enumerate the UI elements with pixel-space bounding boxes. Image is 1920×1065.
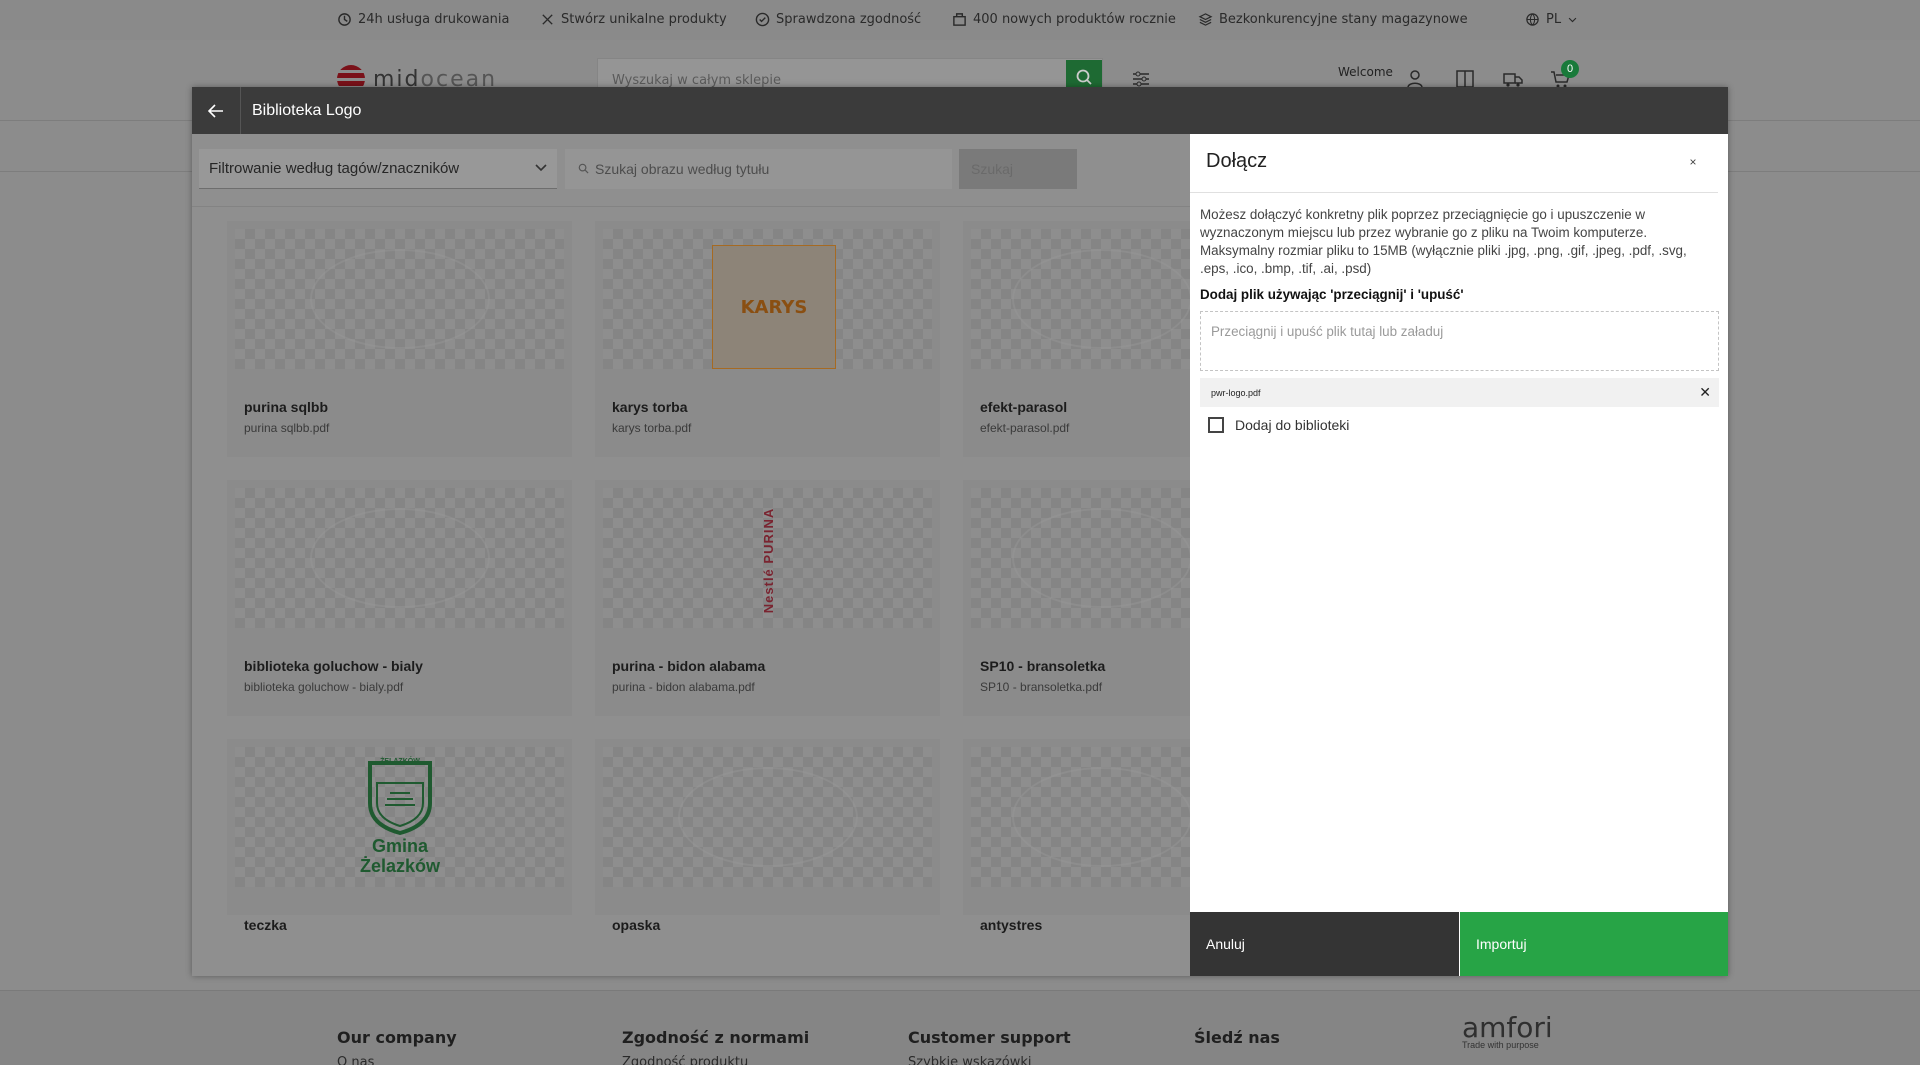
purina-logo: Nestlé PURINA	[761, 507, 777, 613]
logo-thumbnail	[971, 488, 1190, 628]
logo-thumbnail: Nestlé PURINA	[603, 488, 932, 628]
site-footer: Our company Zgodność z normami Customer …	[0, 990, 1920, 1065]
language-label: PL	[1546, 12, 1562, 27]
topbar-label: 24h usługa drukowania	[358, 12, 510, 27]
new-box-icon	[953, 13, 966, 26]
panel-subheading: Dodaj plik używając 'przeciągnij' i 'upu…	[1200, 287, 1464, 302]
logo-card-name: efekt-parasol	[980, 399, 1068, 415]
logo-card-filename: biblioteka goluchow - bialy.pdf	[244, 680, 404, 694]
tag-filter-label: Filtrowanie według tagów/znaczników	[209, 160, 460, 177]
logo-card-filename: purina - bidon alabama.pdf	[612, 680, 755, 694]
footer-heading: Śledź nas	[1194, 1028, 1280, 1047]
logo-card-name: purina sqlbb	[244, 399, 328, 415]
logo-card-name: antystres	[980, 917, 1043, 933]
checkbox-label: Dodaj do biblioteki	[1235, 417, 1350, 433]
footer-heading: Customer support	[908, 1028, 1071, 1047]
logo-card[interactable]: ŻELAZKÓW Gmina Żelazków teczka	[227, 739, 572, 933]
logo-card[interactable]: antystres	[963, 739, 1190, 933]
logo-thumbnail	[971, 747, 1190, 887]
cancel-button[interactable]: Anuluj	[1190, 912, 1459, 976]
coat-of-arms-icon	[368, 761, 432, 835]
topbar-item: Sprawdzona zgodność	[755, 12, 921, 27]
footer-link[interactable]: O nas	[337, 1055, 374, 1065]
attach-panel: Dołącz × Możesz dołączyć konkretny plik …	[1190, 134, 1728, 976]
logo-card[interactable]: biblioteka goluchow - bialy biblioteka g…	[227, 480, 572, 716]
topbar-label: 400 nowych produktów rocznie	[973, 12, 1176, 27]
modal-header: Biblioteka Logo	[192, 87, 1728, 134]
logo-card-name: biblioteka goluchow - bialy	[244, 658, 423, 674]
remove-file-icon[interactable]: ✕	[1699, 384, 1711, 401]
arrow-left-icon	[208, 103, 223, 118]
logo-card[interactable]: efekt-parasol efekt-parasol.pdf	[963, 221, 1190, 457]
topbar-label: Bezkonkurencyjne stany magazynowe	[1219, 12, 1468, 27]
clock-refresh-icon	[338, 13, 351, 26]
logo-card-name: teczka	[244, 917, 287, 933]
import-button[interactable]: Importuj	[1460, 912, 1728, 976]
topbar-item: Bezkonkurencyjne stany magazynowe	[1198, 12, 1468, 27]
panel-description: Możesz dołączyć konkretny plik poprzez p…	[1200, 207, 1687, 276]
add-to-library-checkbox[interactable]	[1208, 417, 1224, 433]
search-icon	[578, 163, 589, 174]
add-to-library-checkbox-row[interactable]: Dodaj do biblioteki	[1208, 417, 1349, 433]
logo-thumbnail: KARYS	[603, 229, 932, 369]
logo-thumbnail	[603, 747, 932, 887]
topbar-label: Sprawdzona zgodność	[776, 12, 922, 27]
amfori-logo: amfori Trade with purpose	[1462, 1011, 1553, 1050]
image-search-input[interactable]: Szukaj obrazu według tytułu	[565, 149, 952, 189]
logo-card-name: karys torba	[612, 399, 688, 415]
logo-library-modal: Biblioteka Logo Filtrowanie według tagów…	[192, 87, 1728, 976]
footer-heading: Our company	[337, 1028, 457, 1047]
divider	[1190, 192, 1718, 193]
file-dropzone[interactable]: Przeciągnij i upuść plik tutaj lub załad…	[1200, 311, 1719, 371]
divider	[192, 206, 1190, 207]
footer-link[interactable]: Zgodność produktu	[622, 1055, 748, 1065]
logo-card-name: SP10 - bransoletka	[980, 658, 1106, 674]
logo-card-name: purina - bidon alabama	[612, 658, 766, 674]
top-info-bar: 24h usługa drukowania Stwórz unikalne pr…	[0, 0, 1920, 40]
topbar-label: Stwórz unikalne produkty	[561, 12, 727, 27]
logo-thumbnail: ŻELAZKÓW Gmina Żelazków	[235, 747, 564, 887]
logo-thumbnail	[971, 229, 1190, 369]
logo-card[interactable]: KARYS karys torba karys torba.pdf	[595, 221, 940, 457]
logo-card-filename: purina sqlbb.pdf	[244, 421, 330, 435]
logo-card-filename: efekt-parasol.pdf	[980, 421, 1070, 435]
image-search-button[interactable]: Szukaj	[959, 149, 1077, 189]
topbar-item: 24h usługa drukowania	[337, 12, 509, 27]
panel-title: Dołącz	[1206, 150, 1268, 172]
check-circle-icon	[755, 12, 770, 27]
chevron-down-icon	[535, 164, 547, 172]
footer-link[interactable]: Szybkie wskazówki	[908, 1055, 1032, 1065]
search-icon	[1076, 69, 1092, 85]
footer-heading: Zgodność z normami	[622, 1028, 810, 1047]
logo-card-filename: SP10 - bransoletka.pdf	[980, 680, 1103, 694]
attached-file-name: pwr-logo.pdf	[1211, 387, 1261, 398]
tools-icon	[542, 14, 553, 25]
topbar-item: Stwórz unikalne produkty	[540, 12, 727, 27]
logo-card-name: opaska	[612, 917, 661, 933]
logo-card-filename: karys torba.pdf	[612, 421, 692, 435]
logo-card[interactable]: Nestlé PURINA purina - bidon alabama pur…	[595, 480, 940, 716]
modal-title: Biblioteka Logo	[252, 101, 362, 119]
logo-card[interactable]: purina sqlbb purina sqlbb.pdf	[227, 221, 572, 457]
karys-logo: KARYS	[712, 245, 836, 369]
welcome-text: Welcome	[1338, 65, 1393, 79]
topbar-item: 400 nowych produktów rocznie	[952, 12, 1176, 27]
logo-thumbnail	[235, 229, 564, 369]
gmina-zelazkow-logo: ŻELAZKÓW Gmina Żelazków	[347, 755, 453, 883]
globe-icon	[1526, 13, 1539, 26]
logo-thumbnail	[235, 488, 564, 628]
cart-count-badge: 0	[1561, 60, 1579, 78]
tag-filter-select[interactable]: Filtrowanie według tagów/znaczników	[199, 149, 557, 189]
back-button[interactable]	[192, 87, 241, 134]
language-selector[interactable]: PL	[1525, 12, 1578, 27]
close-icon[interactable]: ×	[1683, 152, 1703, 172]
logo-card[interactable]: SP10 - bransoletka SP10 - bransoletka.pd…	[963, 480, 1190, 716]
chevron-down-icon	[1568, 17, 1577, 23]
layers-icon	[1198, 13, 1213, 26]
attached-file-row: pwr-logo.pdf ✕	[1200, 378, 1719, 407]
logo-card[interactable]: opaska	[595, 739, 940, 933]
